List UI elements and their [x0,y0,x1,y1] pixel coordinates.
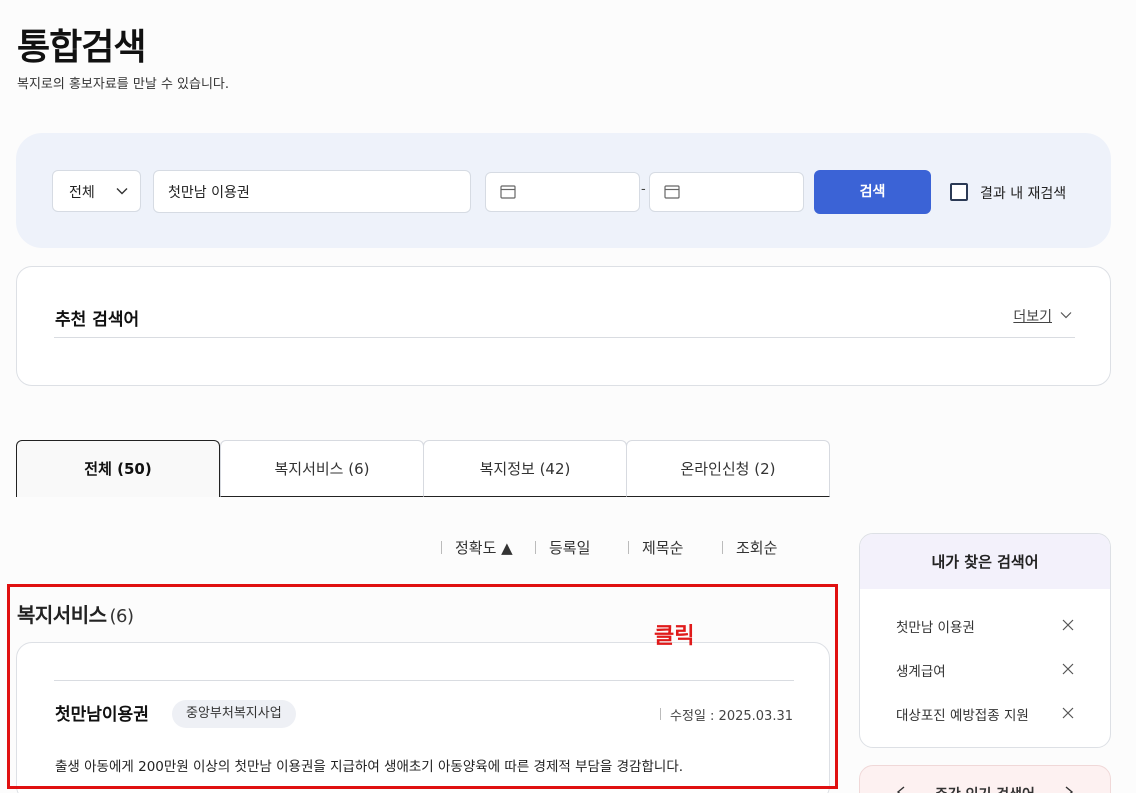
history-item[interactable]: 생계급여 [896,660,946,680]
history-item[interactable]: 대상포진 예방접종 지원 [896,704,1029,724]
divider [54,337,1075,338]
category-select-value: 전체 [69,185,95,201]
calendar-icon[interactable] [664,185,680,199]
sort-accuracy[interactable]: 정확도 ▲ [441,537,513,558]
close-icon[interactable] [1062,707,1074,719]
sort-registration-date[interactable]: 등록일 [535,537,590,558]
page-title: 통합검색 [17,27,146,68]
chevron-down-icon[interactable] [1060,309,1072,321]
recommended-keywords-title: 추천 검색어 [55,310,140,330]
sort-title[interactable]: 제목순 [628,537,683,558]
annotation-click-label: 클릭 [654,624,695,649]
chevron-right-icon[interactable] [1064,786,1074,793]
page-subtitle: 복지로의 홍보자료를 만날 수 있습니다. [17,77,230,92]
search-history-panel: 내가 찾은 검색어 첫만남 이용권 생계급여 대상포진 예방접종 지원 [859,533,1111,748]
tab-online-application[interactable]: 온라인신청 (2) [626,440,830,497]
research-checkbox[interactable] [950,183,968,201]
popular-keywords-panel: 주간 인기 검색어 [859,765,1111,793]
search-history-title: 내가 찾은 검색어 [860,534,1110,589]
close-icon[interactable] [1062,663,1074,675]
tab-welfare-info[interactable]: 복지정보 (42) [423,440,627,497]
research-checkbox-label[interactable]: 결과 내 재검색 [980,183,1066,203]
date-separator: - [641,182,646,197]
category-select[interactable]: 전체 [52,170,141,212]
close-icon[interactable] [1062,619,1074,631]
result-tabs: 전체 (50) 복지서비스 (6) 복지정보 (42) 온라인신청 (2) [16,440,830,497]
history-item[interactable]: 첫만남 이용권 [896,616,975,636]
calendar-icon[interactable] [500,185,516,199]
tab-all[interactable]: 전체 (50) [16,440,220,497]
recommended-keywords-panel: 추천 검색어 더보기 [16,266,1111,386]
more-link[interactable]: 더보기 [1013,306,1052,326]
search-panel: 전체 - 검색 결과 내 재검색 [16,133,1111,248]
annotation-highlight-box [7,584,838,789]
chevron-down-icon [116,188,128,195]
search-button[interactable]: 검색 [814,170,931,214]
start-date-input[interactable] [485,172,640,212]
tab-welfare-service[interactable]: 복지서비스 (6) [220,440,424,497]
sort-views[interactable]: 조회순 [722,537,777,558]
end-date-input[interactable] [649,172,804,212]
search-input[interactable] [153,170,471,213]
